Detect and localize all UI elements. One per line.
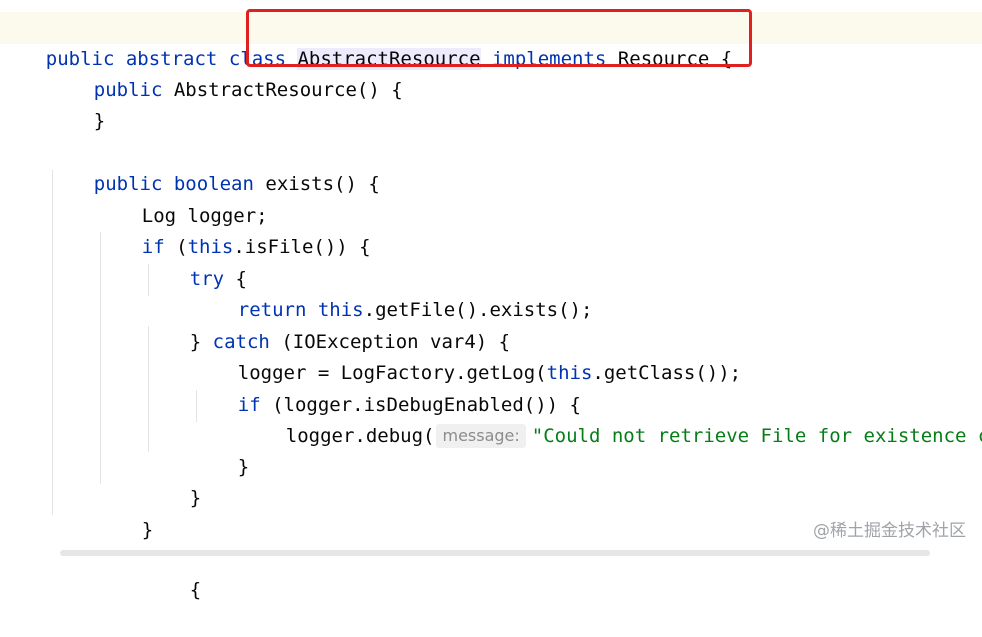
code-line-13: logger.debug(message: "Could not retrieve… [240,390,982,448]
code-line-10: } catch (IOException var4) { [144,296,510,353]
code-line-18: { [144,544,201,601]
code-editor[interactable]: public abstract class AbstractResource i… [0,0,982,601]
code-line-8: try { [144,233,247,290]
expression: .getClass()); [592,362,742,384]
code-line-12: if (logger.isDebugEnabled()) { [192,359,581,416]
constructor-decl[interactable]: AbstractResource() { [174,79,403,101]
code-line-16: } [96,484,153,541]
code-line-6: Log logger; [96,170,268,227]
code-line-15: } [144,452,201,509]
method-decl[interactable]: exists() { [265,173,379,195]
horizontal-scrollbar[interactable] [60,550,930,556]
code-line-7: if (this.isFile()) { [96,201,371,258]
parameter-hint: message: [436,424,526,448]
brace: } [189,487,202,509]
code-line-3: } [48,75,105,132]
expression: .isFile()) { [233,236,371,258]
brace: } [141,519,154,541]
watermark: @稀土掘金技术社区 [813,521,966,541]
code-line-9: return this.getFile().exists(); [192,264,593,321]
brace: } [93,110,106,132]
code-line-5: public boolean exists() { [48,138,380,195]
string-literal: "Could not retrieve File for existence c… [531,425,982,447]
expression: logger.debug( [285,425,435,447]
brace: { [189,579,202,601]
code-line-11: logger = LogFactory.getLog(this.getClass… [192,327,741,384]
annotation-highlight-box [246,9,752,67]
code-line-14: } [192,421,249,478]
brace: } [237,456,250,478]
